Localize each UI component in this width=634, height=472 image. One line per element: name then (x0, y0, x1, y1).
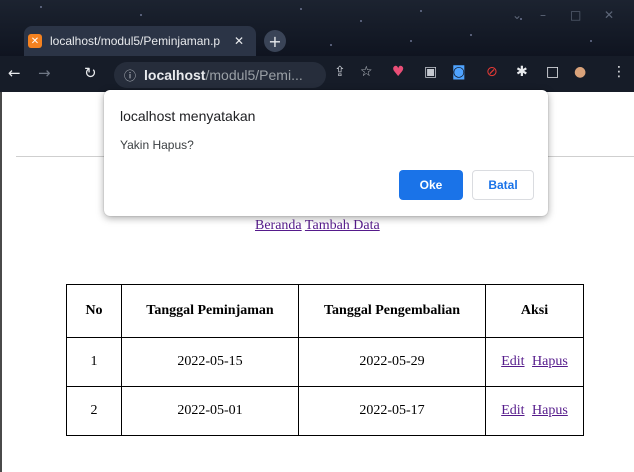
browser-tab[interactable]: ✕ localhost/modul5/Peminjaman.p ✕ (24, 26, 256, 56)
tab-title: localhost/modul5/Peminjaman.p (50, 34, 221, 48)
table-row: 1 2022-05-15 2022-05-29 Edit Hapus (66, 337, 584, 387)
cell-loan-date: 2022-05-01 (121, 386, 299, 436)
xampp-icon: ✕ (28, 34, 42, 48)
home-link[interactable]: Beranda (255, 218, 302, 233)
cell-no: 1 (66, 337, 122, 387)
star-icon[interactable]: ☆ (360, 64, 373, 80)
extension-icon[interactable]: ▣ (424, 64, 437, 80)
add-data-link[interactable]: Tambah Data (305, 218, 380, 233)
header-return-date: Tanggal Pengembalian (298, 284, 486, 338)
cell-loan-date: 2022-05-15 (121, 337, 299, 387)
ok-button[interactable]: Oke (399, 170, 463, 200)
chevron-down-icon[interactable]: ⌄ (512, 8, 522, 22)
dialog-message: Yakin Hapus? (120, 138, 194, 152)
edit-link[interactable]: Edit (501, 403, 524, 418)
confirm-dialog: localhost menyatakan Yakin Hapus? Oke Ba… (104, 90, 548, 216)
minimize-icon[interactable]: – (540, 8, 546, 22)
sidepanel-icon[interactable]: □ (546, 64, 559, 80)
header-action: Aksi (485, 284, 584, 338)
new-tab-button[interactable]: + (264, 30, 286, 52)
forward-icon[interactable]: → (38, 64, 51, 82)
cancel-button[interactable]: Batal (472, 170, 534, 200)
puzzle-icon[interactable]: ✱ (516, 64, 528, 80)
reload-icon[interactable]: ↻ (84, 64, 97, 82)
url-path: /modul5/Pemi... (205, 67, 303, 83)
url-host: localhost (144, 67, 206, 83)
back-icon[interactable]: ← (8, 64, 21, 82)
info-icon[interactable]: ⓘ (124, 67, 136, 84)
page-left-edge (0, 92, 2, 472)
header-no: No (66, 284, 122, 338)
dialog-title: localhost menyatakan (120, 108, 256, 124)
cell-action: Edit Hapus (485, 337, 584, 387)
share-icon[interactable]: ⇪ (334, 64, 346, 80)
menu-icon[interactable]: ⋮ (612, 64, 626, 80)
tab-strip: ✕ localhost/modul5/Peminjaman.p ✕ + ⌄ – … (0, 0, 634, 56)
cell-action: Edit Hapus (485, 386, 584, 436)
nav-links: Beranda Tambah Data (255, 218, 380, 234)
cell-no: 2 (66, 386, 122, 436)
avatar[interactable]: ● (574, 64, 586, 80)
loan-table: No Tanggal Peminjaman Tanggal Pengembali… (66, 284, 584, 436)
heart-extension-icon[interactable]: ♥ (392, 64, 405, 80)
edit-link[interactable]: Edit (501, 354, 524, 369)
screen-capture-icon[interactable]: ◙ (452, 64, 466, 80)
address-bar[interactable]: ⓘ localhost /modul5/Pemi... (114, 62, 326, 88)
table-header-row: No Tanggal Peminjaman Tanggal Pengembali… (66, 284, 584, 338)
header-loan-date: Tanggal Peminjaman (121, 284, 299, 338)
table-row: 2 2022-05-01 2022-05-17 Edit Hapus (66, 386, 584, 436)
delete-link[interactable]: Hapus (532, 403, 568, 418)
delete-link[interactable]: Hapus (532, 354, 568, 369)
cell-return-date: 2022-05-29 (298, 337, 486, 387)
blocker-extension-icon[interactable]: ⊘ (486, 64, 498, 80)
close-tab-icon[interactable]: ✕ (234, 34, 244, 48)
maximize-icon[interactable]: □ (570, 8, 581, 22)
close-window-icon[interactable]: ✕ (604, 8, 614, 22)
cell-return-date: 2022-05-17 (298, 386, 486, 436)
